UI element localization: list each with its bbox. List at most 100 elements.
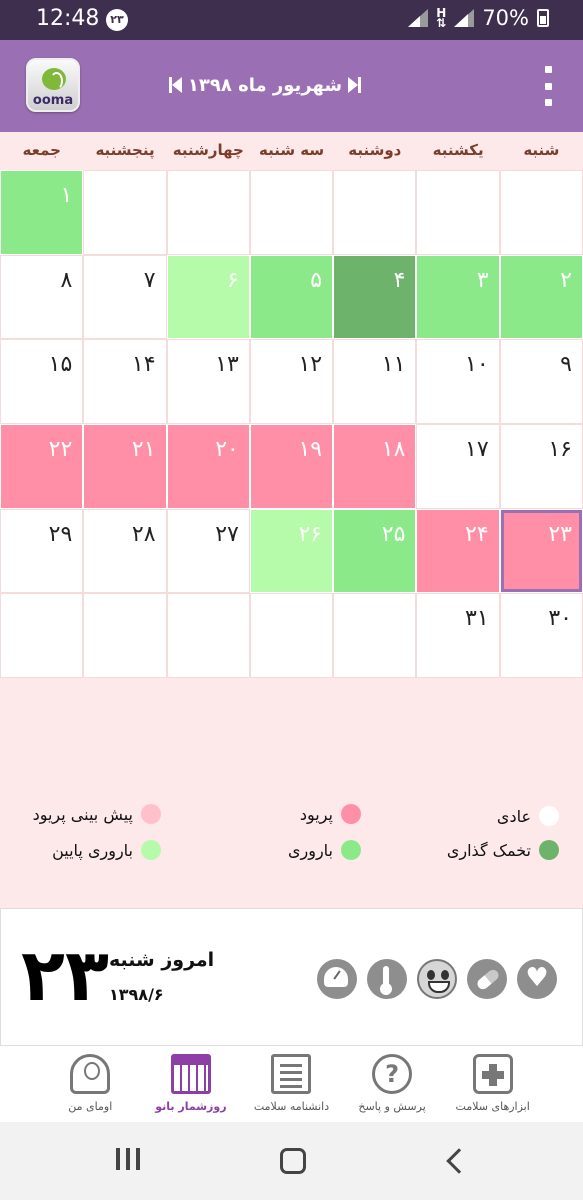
legend-period-label: پریود xyxy=(299,804,333,824)
day-cell[interactable]: ۱۸ xyxy=(333,424,417,509)
status-time: 12:48 xyxy=(36,6,100,31)
empty-cell xyxy=(249,170,334,255)
day-cell[interactable]: ۲۸ xyxy=(83,508,167,594)
nav-questions-label: پرسش و پاسخ xyxy=(358,1100,426,1113)
overflow-menu-icon[interactable] xyxy=(541,66,555,106)
normal-dot-icon xyxy=(539,806,559,826)
legend-normal: عادی xyxy=(497,806,559,826)
nav-calendar-label: روزشمار بانو xyxy=(155,1100,227,1113)
day-cell[interactable]: ۲۳ xyxy=(499,508,583,594)
day-cell[interactable]: ۱۲ xyxy=(249,339,334,424)
day-cell[interactable]: ۱۷ xyxy=(416,424,500,509)
calendar-grid: ۱ ۲ ۳ ۴ ۵ ۶ ۷ ۸ ۹ ۱۰ ۱۱ ۱۲ ۱۳ ۱۴ ۱۵ ۱۶ ۱۷ ۱۸ ۱۹ ۲۰ ۲۱ ۲۲ ۲۳ ۲۴ ۲… xyxy=(0,170,583,678)
day-cell[interactable]: ۳ xyxy=(416,254,500,340)
day-cell[interactable]: ۲۵ xyxy=(333,508,417,594)
day-cell[interactable]: ۷ xyxy=(83,254,167,340)
day-cell[interactable]: ۱۳ xyxy=(166,339,250,424)
lowfert-dot-icon xyxy=(141,840,161,860)
medical-kit-icon xyxy=(472,1054,513,1094)
empty-cell xyxy=(416,170,500,255)
signal-icon xyxy=(408,9,429,27)
day-cell[interactable]: ۱۱ xyxy=(333,339,417,424)
nav-my-ooma[interactable]: اومای من xyxy=(40,1046,140,1122)
day-number: ۸ xyxy=(60,267,73,293)
next-month-icon[interactable] xyxy=(345,75,365,95)
day-number: ۲۵ xyxy=(381,521,406,547)
nav-calendar[interactable]: روزشمار بانو xyxy=(141,1046,241,1122)
day-number: ۳۱ xyxy=(465,606,489,632)
day-cell[interactable]: ۹ xyxy=(499,339,583,424)
back-icon[interactable] xyxy=(446,1148,472,1174)
day-number: ۱۸ xyxy=(381,437,406,462)
app-logo[interactable]: ooma xyxy=(26,58,80,112)
day-cell[interactable]: ۱۴ xyxy=(83,339,167,424)
today-label: امروز شنبه xyxy=(109,949,215,971)
nav-health-tools[interactable]: ابزارهای سلامت xyxy=(443,1046,543,1122)
day-cell[interactable]: ۱۶ xyxy=(499,424,583,509)
today-date: ۱۳۹۸/۶ xyxy=(109,985,164,1004)
day-number: ۱۰ xyxy=(465,352,489,378)
day-cell[interactable]: ۲۷ xyxy=(166,508,250,594)
day-cell[interactable]: ۲۱ xyxy=(83,424,167,509)
day-cell[interactable]: ۲۶ xyxy=(249,508,334,594)
day-cell[interactable]: ۱۵ xyxy=(0,339,84,424)
day-cell[interactable]: ۱۰ xyxy=(416,339,500,424)
weekday-wednesday: چهارشنبه xyxy=(172,141,244,159)
day-cell[interactable]: ۲۴ xyxy=(416,508,500,594)
fertile-dot-icon xyxy=(341,840,361,860)
question-bubble-icon: ? xyxy=(372,1054,413,1094)
previous-month-icon[interactable] xyxy=(165,75,185,95)
day-cell[interactable]: ۲۰ xyxy=(166,424,250,509)
empty-cell xyxy=(249,593,334,678)
day-cell[interactable]: ۳۱ xyxy=(416,593,500,678)
legend-normal-label: عادی xyxy=(496,806,531,826)
recent-apps-icon[interactable] xyxy=(116,1148,146,1174)
nav-encyclopedia[interactable]: دانشنامه سلامت xyxy=(241,1046,341,1122)
empty-cell xyxy=(333,170,417,255)
day-cell[interactable]: ۵ xyxy=(249,254,334,340)
day-cell[interactable]: ۳۰ xyxy=(499,593,583,678)
legend-period: پریود xyxy=(300,804,361,824)
today-quick-icons xyxy=(317,959,557,999)
bottom-navigation: ابزارهای سلامت ? پرسش و پاسخ دانشنامه سل… xyxy=(0,1046,583,1122)
day-cell[interactable]: ۸ xyxy=(0,254,84,340)
legend-fertile-label: باروری xyxy=(287,840,333,860)
empty-cell xyxy=(0,593,84,678)
weight-scale-icon[interactable] xyxy=(317,959,357,999)
mood-smile-icon[interactable] xyxy=(417,959,457,999)
day-cell[interactable]: ۱ xyxy=(0,170,84,255)
day-cell[interactable]: ۲ xyxy=(499,254,583,340)
today-panel: ۲۳ امروز شنبه ۱۳۹۸/۶ xyxy=(0,908,583,1046)
status-icons: H ⇅ 70% xyxy=(408,6,549,30)
day-cell[interactable]: ۲۲ xyxy=(0,424,84,509)
day-number: ۳ xyxy=(476,267,489,293)
day-cell[interactable]: ۲۹ xyxy=(0,508,84,594)
legend-lowfert: باروری پایین xyxy=(52,840,161,860)
day-number: ۲۰ xyxy=(215,437,239,462)
nav-questions[interactable]: ? پرسش و پاسخ xyxy=(342,1046,442,1122)
day-number: ۹ xyxy=(560,352,572,378)
legend: عادی پریود پیش بینی پریود تخمک گذاری بار… xyxy=(0,790,583,880)
weekday-monday: دوشنبه xyxy=(348,141,402,159)
pill-icon[interactable] xyxy=(467,959,507,999)
calendar-icon xyxy=(170,1054,211,1094)
legend-predict: پیش بینی پریود xyxy=(33,804,161,824)
newspaper-icon xyxy=(271,1054,312,1094)
day-cell[interactable]: ۱۹ xyxy=(249,424,334,509)
heart-icon[interactable] xyxy=(517,959,557,999)
leaf-icon xyxy=(42,68,66,90)
empty-cell xyxy=(166,170,250,255)
home-icon[interactable] xyxy=(280,1148,306,1174)
weekday-thursday: پنجشنبه xyxy=(95,141,155,159)
battery-percent: 70% xyxy=(482,6,529,30)
today-day-number: ۲۳ xyxy=(21,933,109,1017)
thermometer-icon[interactable] xyxy=(367,959,407,999)
day-cell[interactable]: ۴ xyxy=(333,254,417,340)
weekday-friday: جمعه xyxy=(22,141,61,159)
weekday-sunday: یکشنبه xyxy=(432,141,484,159)
day-number: ۱ xyxy=(60,183,73,208)
day-cell[interactable]: ۶ xyxy=(166,254,250,340)
empty-cell xyxy=(499,170,583,255)
nav-encyclopedia-label: دانشنامه سلامت xyxy=(253,1100,330,1113)
day-number: ۲ xyxy=(560,267,572,293)
